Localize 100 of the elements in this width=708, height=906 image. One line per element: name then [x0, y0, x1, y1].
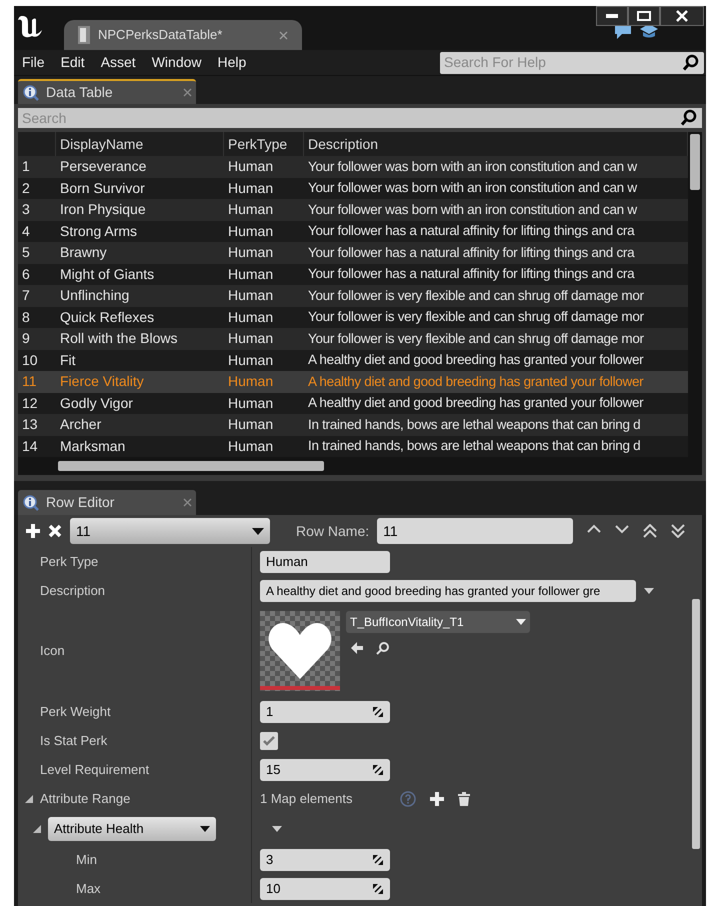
table-row[interactable]: 6 Might of Giants Human Your follower has a natural affinity for lifting things and cra — [18, 264, 688, 285]
table-cell-text: In trained hands, bows are lethal weapons that can bring d — [307, 416, 642, 434]
table-row[interactable]: 4 Strong Arms Human Your follower has a natural affinity for lifting things and cra — [18, 220, 688, 242]
table-row[interactable]: 5 Brawny Human Your follower has a natural affinity for lifting things and cra — [18, 242, 688, 264]
vertical-scrollbar[interactable] — [690, 134, 700, 190]
menu-item[interactable]: Asset — [92, 52, 144, 73]
arrow-left-icon[interactable] — [350, 641, 364, 655]
map-count: 1 Map elements — [260, 790, 354, 808]
checkmark-icon — [263, 736, 275, 746]
table-cell-text: Human — [227, 178, 274, 198]
menu-item[interactable]: Edit — [52, 52, 93, 73]
row-number: 9 — [21, 329, 31, 348]
table-cell-text: Human — [227, 157, 274, 176]
table-row[interactable]: 10 Fit Human A healthy diet and good breeding has granted your follower — [18, 350, 688, 371]
row-number: 7 — [21, 286, 31, 306]
property-label: Attribute Range — [40, 790, 130, 808]
trash-icon[interactable] — [458, 792, 470, 806]
table-cell-text: Your follower is very flexible and can shrug off damage mor — [307, 330, 645, 348]
table-cell-text: Perseverance — [59, 157, 148, 176]
property-label: Max — [76, 880, 101, 898]
search-icon — [680, 109, 698, 127]
property-label: Min — [76, 850, 97, 869]
table-row[interactable]: 12 Godly Vigor Human A healthy diet and good breeding has granted your follower — [18, 392, 688, 414]
table-cell-text: Fit — [59, 350, 77, 370]
table-cell-text: Fierce Vitality — [59, 372, 145, 392]
spin-arrows-icon — [372, 882, 384, 894]
text-field[interactable]: Human — [260, 550, 390, 572]
panel-tab[interactable]: Row Editor — [18, 490, 196, 515]
table-cell-text: Human — [227, 436, 274, 456]
plus-icon[interactable] — [430, 792, 444, 806]
table-cell-text: Your follower was born with an iron constitution and can w — [307, 200, 638, 219]
table-row[interactable]: 11 Fierce Vitality Human A healthy diet and good breeding has granted your follower — [18, 371, 688, 392]
number-field[interactable]: 1 — [260, 700, 390, 722]
chevron-up-icon[interactable] — [587, 524, 602, 534]
table-cell-text: Your follower was born with an iron constitution and can w — [307, 179, 638, 198]
magnifier-info-icon — [22, 494, 40, 512]
search-icon[interactable] — [376, 641, 390, 655]
row-number: 11 — [21, 372, 38, 392]
table-row[interactable]: 14 Marksman Human In trained hands, bows are lethal weapons that can bring d — [18, 436, 688, 457]
text-field[interactable]: A healthy diet and good breeding has granted your follower gre — [260, 580, 636, 602]
table-cell-text: Human — [227, 415, 274, 434]
table-cell-text: Your follower has a natural affinity for lifting things and cra — [307, 265, 636, 284]
table-row[interactable]: 7 Unflinching Human Your follower is very flexible and can shrug off damage mor — [18, 285, 688, 306]
spin-arrows-icon — [372, 854, 384, 866]
table-row[interactable]: 2 Born Survivor Human Your follower was born with an iron constitution and can w — [18, 178, 688, 199]
document-icon — [78, 26, 90, 44]
menu-item[interactable]: Window — [144, 52, 210, 73]
table-cell-text: Your follower is very flexible and can shrug off damage mor — [307, 308, 645, 326]
double-chevron-down-icon[interactable] — [671, 524, 686, 538]
table-row[interactable]: 13 Archer Human In trained hands, bows are lethal weapons that can bring d — [18, 414, 688, 436]
table-cell-text: Iron Physique — [59, 200, 147, 220]
asset-dropdown[interactable]: T_BuffIconVitality_T1 — [346, 611, 530, 633]
row-number: 10 — [21, 350, 39, 370]
checkbox[interactable] — [260, 732, 278, 750]
table-cell-text: Marksman — [59, 436, 126, 456]
menu-item[interactable]: File — [14, 52, 53, 73]
close-icon — [676, 10, 688, 22]
panel-tab[interactable]: Data Table — [18, 79, 196, 104]
caret-icon — [252, 528, 264, 534]
heart-thumbnail[interactable] — [260, 611, 340, 691]
row-name-field[interactable]: 11 — [377, 518, 574, 544]
table-cell-text: Strong Arms — [59, 222, 138, 241]
table-row[interactable]: 1 Perseverance Human Your follower was born with an iron constitution and can w — [18, 156, 688, 178]
maximize-icon — [637, 11, 651, 21]
table-cell-text: Human — [227, 286, 274, 306]
caret-icon[interactable] — [644, 588, 654, 594]
menu-item[interactable]: Help — [210, 52, 254, 73]
plus-icon[interactable] — [26, 524, 40, 538]
magnifier-info-icon — [22, 84, 40, 102]
caret-icon[interactable] — [272, 826, 282, 832]
table-cell-text: Unflinching — [59, 286, 130, 306]
table-cell-text: Human — [227, 350, 274, 370]
property-label: Perk Weight — [40, 702, 111, 721]
document-tab[interactable]: NPCPerksDataTable* — [64, 20, 302, 50]
table-cell-text: Human — [227, 394, 274, 413]
maximize-button[interactable] — [628, 6, 660, 26]
table-row[interactable]: 3 Iron Physique Human Your follower was born with an iron constitution and can w — [18, 199, 688, 220]
minimize-button[interactable] — [596, 6, 628, 26]
expander-icon[interactable] — [32, 824, 42, 834]
table-cell-text: Roll with the Blows — [59, 329, 178, 348]
table-cell-text: Human — [227, 372, 274, 392]
number-field[interactable]: 15 — [260, 758, 390, 780]
row-dropdown[interactable]: 11 — [70, 518, 270, 544]
table-cell-text: Archer — [59, 415, 102, 434]
row-number: 5 — [21, 243, 31, 262]
table-row[interactable]: 9 Roll with the Blows Human Your follower is very flexible and can shrug off damage mor — [18, 328, 688, 350]
key-dropdown[interactable]: Attribute Health — [48, 817, 216, 841]
expander-icon[interactable] — [24, 794, 34, 804]
number-field[interactable]: 10 — [260, 878, 390, 900]
row-number: 13 — [21, 415, 39, 434]
vertical-scrollbar[interactable] — [692, 599, 700, 849]
close-button[interactable] — [660, 6, 704, 26]
chevron-down-icon[interactable] — [615, 524, 630, 534]
row-number: 4 — [21, 222, 31, 241]
horizontal-scrollbar[interactable] — [58, 461, 324, 471]
double-chevron-up-icon[interactable] — [643, 524, 658, 538]
property-label: Is Stat Perk — [40, 732, 108, 750]
table-row[interactable]: 8 Quick Reflexes Human Your follower is very flexible and can shrug off damage mor — [18, 306, 688, 328]
row-number: 12 — [21, 394, 39, 413]
number-field[interactable]: 3 — [260, 848, 390, 870]
